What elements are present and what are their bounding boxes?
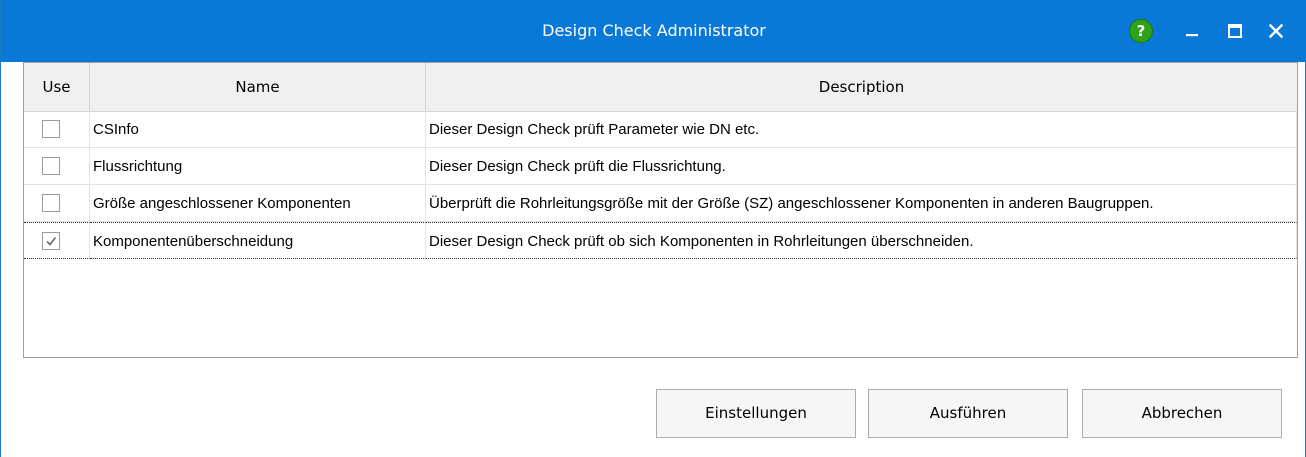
check-description: Dieser Design Check prüft Parameter wie …: [426, 111, 1297, 148]
check-description: Überprüft die Rohrleitungsgröße mit der …: [426, 185, 1297, 222]
title-bar: Design Check Administrator ?: [1, 0, 1306, 62]
help-icon[interactable]: ?: [1126, 16, 1156, 46]
cancel-button[interactable]: Abbrechen: [1082, 389, 1282, 438]
check-name: Flussrichtung: [90, 148, 426, 185]
check-description: Dieser Design Check prüft die Flussricht…: [426, 148, 1297, 185]
run-button[interactable]: Ausführen: [868, 389, 1068, 438]
maximize-icon[interactable]: [1220, 16, 1250, 46]
table-row-selected[interactable]: Komponentenüberschneidung Dieser Design …: [24, 222, 1297, 259]
column-header-name[interactable]: Name: [90, 63, 426, 111]
table-row[interactable]: Größe angeschlossener Komponenten Überpr…: [24, 185, 1297, 222]
use-checkbox[interactable]: [42, 194, 60, 212]
window-title: Design Check Administrator: [542, 21, 766, 40]
checkmark-icon: [46, 237, 57, 246]
close-icon[interactable]: [1261, 16, 1291, 46]
column-header-description[interactable]: Description: [426, 63, 1297, 111]
use-checkbox[interactable]: [42, 157, 60, 175]
check-name: Größe angeschlossener Komponenten: [90, 185, 426, 222]
settings-button[interactable]: Einstellungen: [656, 389, 856, 438]
use-checkbox-checked[interactable]: [42, 232, 60, 250]
check-description: Dieser Design Check prüft ob sich Kompon…: [426, 222, 1297, 259]
minimize-icon[interactable]: [1177, 16, 1207, 46]
design-checks-table: Use Name Description CSInfo Dieser Desig…: [23, 62, 1298, 358]
table-row[interactable]: Flussrichtung Dieser Design Check prüft …: [24, 148, 1297, 185]
table-row[interactable]: CSInfo Dieser Design Check prüft Paramet…: [24, 111, 1297, 148]
check-name: Komponentenüberschneidung: [90, 222, 426, 259]
check-name: CSInfo: [90, 111, 426, 148]
table-header: Use Name Description: [24, 63, 1297, 112]
use-checkbox[interactable]: [42, 120, 60, 138]
design-check-dialog: Design Check Administrator ? Use Name De…: [0, 0, 1306, 457]
column-header-use[interactable]: Use: [24, 63, 90, 111]
